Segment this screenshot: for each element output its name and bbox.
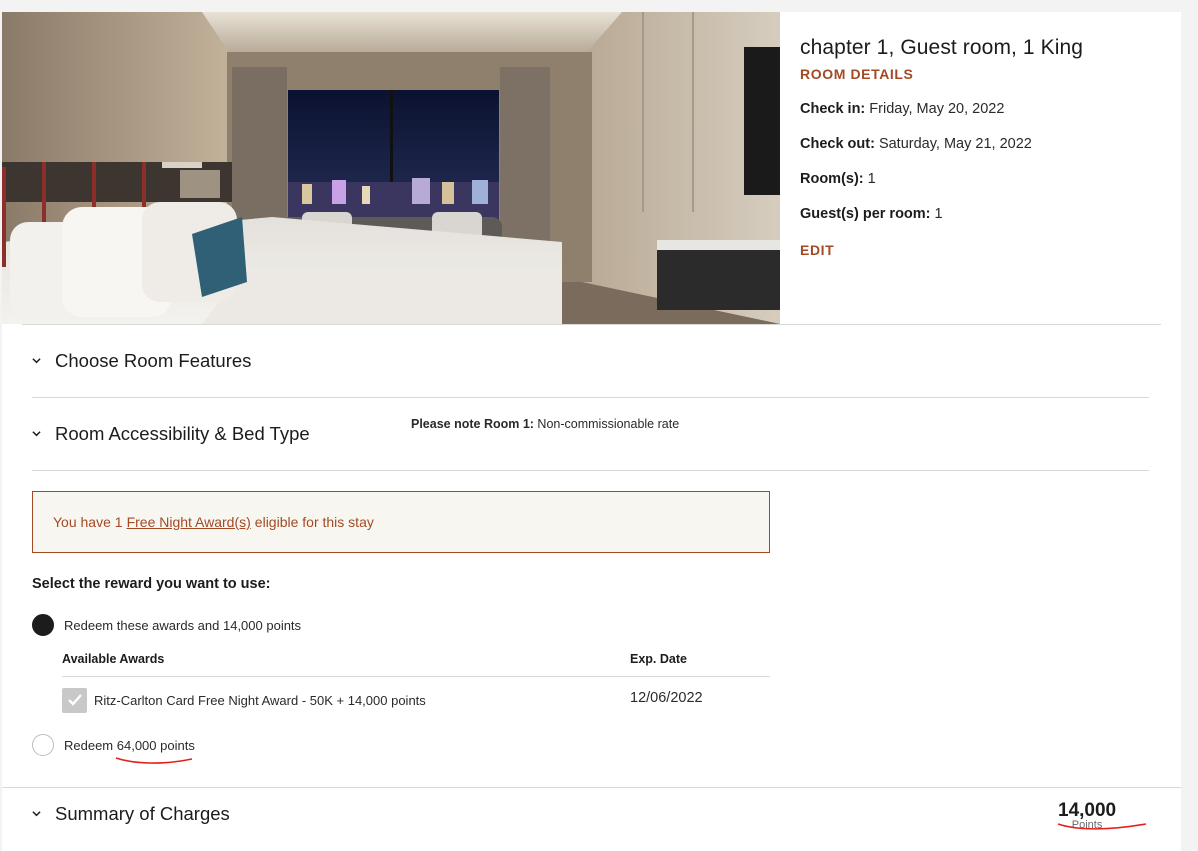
checkmark-icon: [67, 694, 82, 706]
reward-select-label: Select the reward you want to use:: [32, 576, 271, 592]
room-photo: [2, 12, 780, 324]
check-in-label: Check in:: [800, 101, 866, 117]
room-info-panel: chapter 1, Guest room, 1 King ROOM DETAI…: [800, 36, 1170, 258]
rate-note: Please note Room 1: Non-commissionable r…: [411, 417, 679, 431]
award-name: Ritz-Carlton Card Free Night Award - 50K…: [94, 692, 426, 708]
check-in-row: Check in: Friday, May 20, 2022: [800, 101, 1170, 117]
rooms-row: Room(s): 1: [800, 171, 1170, 187]
chevron-down-icon: [32, 430, 41, 436]
room-title: chapter 1, Guest room, 1 King: [800, 36, 1084, 59]
guests-row: Guest(s) per room: 1: [800, 206, 1170, 222]
section-title: Room Accessibility & Bed Type: [55, 423, 310, 444]
accessibility-toggle[interactable]: Room Accessibility & Bed Type: [32, 423, 310, 445]
rooms-label: Room(s):: [800, 171, 864, 187]
col-exp-date: Exp. Date: [630, 652, 687, 666]
divider: [32, 397, 1149, 398]
chevron-down-icon: [32, 810, 41, 816]
guests-value: 1: [930, 206, 943, 222]
table-row: Ritz-Carlton Card Free Night Award - 50K…: [62, 686, 770, 714]
divider: [62, 676, 770, 677]
free-night-award-link[interactable]: Free Night Award(s): [127, 514, 251, 530]
check-out-value: Saturday, May 21, 2022: [874, 136, 1032, 152]
awards-table-header: Available Awards Exp. Date: [62, 652, 770, 666]
banner-prefix: You have 1: [53, 514, 123, 530]
rooms-value: 1: [863, 171, 876, 187]
award-checkbox[interactable]: [62, 687, 87, 713]
check-out-label: Check out:: [800, 136, 875, 152]
redeem-awards-option[interactable]: Redeem these awards and 14,000 points: [32, 614, 301, 636]
award-exp-date: 12/06/2022: [630, 690, 703, 706]
redeem-points-option[interactable]: Redeem 64,000 points: [32, 734, 195, 756]
col-available-awards: Available Awards: [62, 652, 165, 666]
rate-note-value: Non-commissionable rate: [533, 417, 680, 431]
radio-selected-icon[interactable]: [32, 614, 54, 636]
divider: [32, 470, 1149, 471]
rate-note-label: Please note Room 1:: [411, 417, 534, 431]
redeem-awards-label: Redeem these awards and 14,000 points: [64, 617, 302, 633]
room-details-link[interactable]: ROOM DETAILS: [800, 66, 1170, 82]
summary-toggle[interactable]: Summary of Charges: [32, 803, 230, 825]
divider: [22, 324, 1161, 325]
redeem-points-label: Redeem 64,000 points: [64, 737, 195, 753]
reservation-page: chapter 1, Guest room, 1 King ROOM DETAI…: [2, 12, 1181, 851]
radio-unselected-icon[interactable]: [32, 734, 54, 756]
guests-label: Guest(s) per room:: [800, 206, 931, 222]
room-features-toggle[interactable]: Choose Room Features: [32, 350, 251, 372]
divider: [2, 787, 1181, 788]
check-out-row: Check out: Saturday, May 21, 2022: [800, 136, 1170, 152]
edit-link[interactable]: EDIT: [800, 242, 1170, 258]
banner-suffix: eligible for this stay: [254, 514, 374, 530]
section-title: Choose Room Features: [55, 350, 252, 371]
section-title: Summary of Charges: [55, 803, 230, 824]
summary-total: 14,000 Points: [1058, 800, 1116, 831]
free-night-award-banner: You have 1 Free Night Award(s) eligible …: [32, 491, 770, 553]
chevron-down-icon: [32, 357, 41, 363]
check-in-value: Friday, May 20, 2022: [865, 101, 1005, 117]
